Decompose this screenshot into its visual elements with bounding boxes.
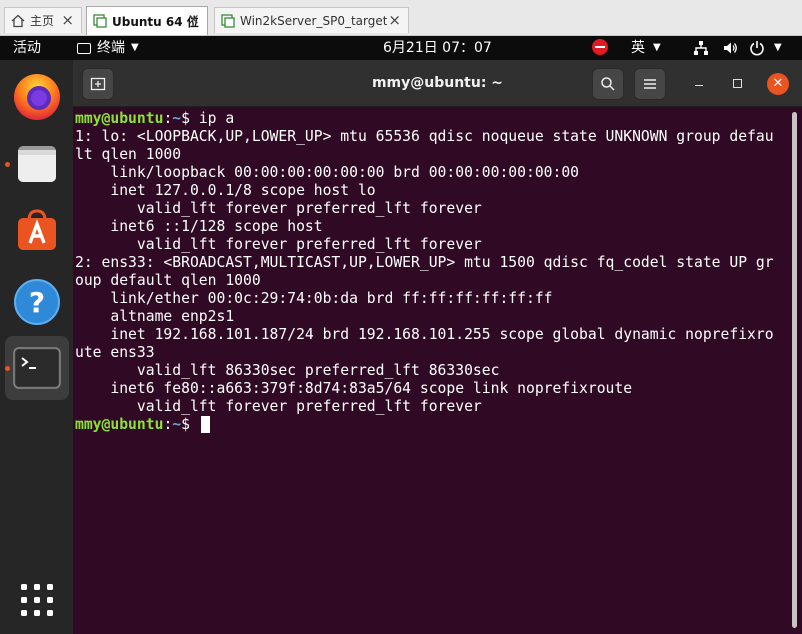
output-line: link/ether 00:0c:29:74:0b:da brd ff:ff:f… <box>75 290 553 307</box>
power-icon[interactable] <box>749 40 765 56</box>
output-line: valid_lft forever preferred_lft forever <box>75 236 482 253</box>
close-icon: ✕ <box>772 76 784 91</box>
hamburger-icon <box>644 79 656 89</box>
prompt-line: mmy@ubuntu:~$ ip a <box>75 110 234 128</box>
output-line: inet6 fe80::a663:379f:8d74:83a5/64 scope… <box>75 380 633 397</box>
prompt-path: ~ <box>172 416 182 433</box>
dock: ? <box>0 60 73 634</box>
output-line: ute ens33 <box>75 344 155 361</box>
firefox-icon <box>14 74 60 120</box>
terminal-header-bar: mmy@ubuntu: ~ ✕ <box>73 60 802 107</box>
output-line: inet 192.168.101.187/24 brd 192.168.101.… <box>75 326 774 343</box>
prompt-user: mmy@ubuntu <box>75 110 164 127</box>
app-menu-label: 终端 <box>97 40 125 56</box>
output-line: valid_lft forever preferred_lft forever <box>75 398 482 415</box>
files-icon <box>18 146 56 182</box>
home-icon <box>11 14 25 28</box>
vm-tab-home[interactable]: 主页 × <box>4 7 82 33</box>
output-line: altname enp2s1 <box>75 308 235 325</box>
prompt-symbol: $ <box>181 110 199 127</box>
output-line: link/loopback 00:00:00:00:00:00 brd 00:0… <box>75 164 580 181</box>
running-indicator <box>5 366 10 371</box>
svg-text:?: ? <box>29 286 45 319</box>
chevron-down-icon: ▼ <box>653 42 661 53</box>
grid-icon <box>21 584 53 616</box>
vm-icon <box>221 13 235 28</box>
vm-tab-bar: 主页 × Ubuntu 64 位 × Win2kServer_SP0_targe… <box>0 0 802 36</box>
text-cursor <box>200 416 210 433</box>
vm-icon <box>93 14 107 28</box>
help-icon: ? <box>14 279 60 325</box>
tab-label: Win2kServer_SP0_target <box>240 13 388 28</box>
output-line: inet6 ::1/128 scope host <box>75 218 323 235</box>
volume-icon[interactable] <box>722 40 738 56</box>
prompt-user: mmy@ubuntu <box>75 416 164 433</box>
prompt-line-current: mmy@ubuntu:~$ <box>75 416 210 434</box>
prompt-separator: : <box>163 416 173 433</box>
output-line: 1: lo: <LOOPBACK,UP,LOWER_UP> mtu 65536 … <box>75 128 774 145</box>
maximize-button[interactable] <box>727 74 747 94</box>
new-tab-button[interactable] <box>82 68 114 100</box>
show-apps-button[interactable] <box>20 583 54 617</box>
close-button[interactable]: ✕ <box>767 73 789 95</box>
input-method-menu[interactable]: 英 ▼ <box>631 36 661 60</box>
dock-item-software[interactable] <box>5 200 69 264</box>
close-icon[interactable]: × <box>187 10 200 28</box>
search-button[interactable] <box>592 68 624 100</box>
clock[interactable]: 6月21日 07：07 <box>383 36 492 60</box>
terminal-output[interactable]: mmy@ubuntu:~$ ip a 1: lo: <LOOPBACK,UP,L… <box>73 108 788 634</box>
software-icon <box>18 209 56 250</box>
input-method-label: 英 <box>631 40 645 56</box>
output-line: oup default qlen 1000 <box>75 272 261 289</box>
minimize-button[interactable] <box>689 74 709 94</box>
dock-item-terminal[interactable] <box>5 336 69 400</box>
app-menu[interactable]: 终端 ▼ <box>77 36 139 60</box>
output-line: 2: ens33: <BROADCAST,MULTICAST,UP,LOWER_… <box>75 254 774 271</box>
close-icon[interactable]: × <box>388 11 401 29</box>
tab-label: Ubuntu 64 位 <box>112 14 199 29</box>
dock-item-files[interactable] <box>5 132 69 196</box>
scrollbar[interactable] <box>792 112 797 628</box>
terminal-icon <box>13 347 61 389</box>
terminal-window: mmy@ubuntu: ~ ✕ mmy@ubuntu:~$ ip a 1: lo… <box>73 60 802 634</box>
minimize-icon <box>695 84 703 87</box>
chevron-down-icon[interactable]: ▼ <box>774 36 782 60</box>
menu-button[interactable] <box>634 68 666 100</box>
new-tab-icon <box>90 77 106 91</box>
vm-tab-win2k[interactable]: Win2kServer_SP0_target × <box>214 7 409 33</box>
tab-label: 主页 <box>30 14 55 28</box>
output-line: valid_lft 86330sec preferred_lft 86330se… <box>75 362 500 379</box>
dock-item-help[interactable]: ? <box>5 268 69 332</box>
output-line: lt qlen 1000 <box>75 146 182 163</box>
prompt-separator: : <box>163 110 173 127</box>
chevron-down-icon: ▼ <box>131 42 139 53</box>
output-line: inet 127.0.0.1/8 scope host lo <box>75 182 376 199</box>
ubuntu-top-bar: 活动 终端 ▼ 6月21日 07：07 英 ▼ ▼ <box>0 36 802 60</box>
search-icon <box>601 77 615 91</box>
output-line: valid_lft forever preferred_lft forever <box>75 200 482 217</box>
terminal-small-icon <box>77 42 91 54</box>
activities-button[interactable]: 活动 <box>13 36 41 60</box>
prompt-path: ~ <box>172 110 182 127</box>
dock-item-firefox[interactable] <box>5 64 69 128</box>
vm-tab-ubuntu[interactable]: Ubuntu 64 位 × <box>86 6 208 35</box>
command-text: ip a <box>198 110 235 127</box>
close-icon[interactable]: × <box>61 11 74 29</box>
prompt-symbol: $ <box>181 416 199 433</box>
do-not-disturb-icon[interactable] <box>592 39 608 55</box>
restore-icon <box>732 79 742 88</box>
network-icon[interactable] <box>693 40 709 56</box>
